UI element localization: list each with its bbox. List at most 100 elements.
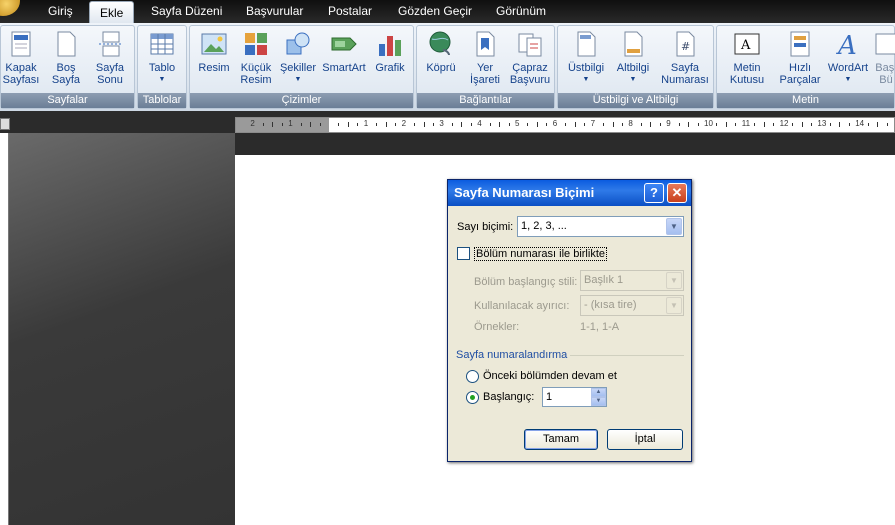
ustbilgi-dropdown-arrow: ▼ [582,76,590,83]
tab-giris[interactable]: Giriş [38,0,83,23]
close-button[interactable]: ✕ [667,183,687,203]
ruler-number: 12 [779,119,789,128]
group-metin: A Metin Kutusu Hızlı Parçalar A WordArt ▼ B… [716,25,895,109]
tab-gorunum[interactable]: Görünüm [486,0,556,23]
ruler-number: 2 [401,119,407,128]
ruler-tick [603,123,605,126]
chevron-down-icon[interactable]: ▼ [666,272,682,289]
group-label-baglantilar: Bağlantılar [417,93,554,108]
tab-postalar[interactable]: Postalar [318,0,382,23]
ruler-tick [725,122,727,127]
capraz-basvuru-button[interactable]: Çapraz Başvuru [507,30,553,86]
group-baglantilar: Köprü Yer İşareti Çapraz Başvuru Bağlantıl… [416,25,555,109]
ruler-tick [395,123,397,126]
wordart-button[interactable]: A WordArt ▼ [825,30,871,86]
include-chapter-checkbox[interactable] [457,247,470,260]
chapter-style-select[interactable]: Başlık 1 ▼ [580,270,684,291]
number-format-select[interactable]: 1, 2, 3, ... ▼ [517,216,684,237]
cancel-button[interactable]: İptal [607,429,683,450]
svg-text:A: A [836,31,857,58]
ruler-tick [310,122,312,127]
kucuk-resim-button[interactable]: Küçük Resim [236,30,276,86]
ruler-number: 8 [628,119,633,128]
metin-kutusu-button[interactable]: A Metin Kutusu [721,30,773,86]
tab-sayfa-duzeni[interactable]: Sayfa Düzeni [141,0,232,23]
ruler-number: 13 [817,119,827,128]
start-at-label[interactable]: Başlangıç: [483,391,534,403]
resim-button[interactable]: Resim [194,30,234,74]
svg-text:#: # [681,40,690,53]
svg-text:A: A [740,38,751,53]
ustbilgi-button[interactable]: Üstbilgi ▼ [562,30,610,86]
ok-button[interactable]: Tamam [524,429,598,450]
separator-label: Kullanılacak ayırıcı: [474,300,570,312]
group-label-metin: Metin [717,93,894,108]
blank-page-icon [52,30,80,58]
ruler-number: 4 [477,119,482,128]
group-label-sayfalar: Sayfalar [1,93,134,108]
ruler-tab-selector[interactable] [0,118,10,130]
ruler-number: 1 [288,119,293,128]
smartart-button[interactable]: SmartArt [320,30,368,74]
ruler-tick [697,123,699,126]
start-at-radio[interactable] [466,391,479,404]
bos-sayfa-button[interactable]: Boş Sayfa [45,30,87,86]
ruler-tick [376,123,378,126]
ruler-tick [792,123,794,126]
tablo-button[interactable]: Tablo ▼ [141,30,183,86]
shapes-icon [284,30,312,58]
ruler-tick [281,123,283,126]
tab-ekle[interactable]: Ekle [89,1,135,24]
chevron-down-icon[interactable]: ▼ [666,218,682,235]
ruler-number: 14 [855,119,865,128]
group-tablolar: Tablo ▼ Tablolar [137,25,187,109]
ruler-tick [678,123,680,126]
vertical-ruler[interactable] [0,133,9,525]
altbilgi-button[interactable]: Altbilgi ▼ [610,30,656,86]
spin-down-icon[interactable]: ▼ [591,397,606,406]
ruler-tick [262,123,264,126]
start-at-spinner[interactable]: 1 ▲ ▼ [542,387,607,407]
header-icon [572,30,600,58]
ruler-tick [801,122,803,127]
ruler-tick [451,123,453,126]
ruler-number: 2 [250,119,255,128]
ruler-tick [546,123,548,126]
continue-previous-label[interactable]: Önceki bölümden devam et [483,370,617,382]
tab-basvurular[interactable]: Başvurular [236,0,313,23]
table-icon [148,30,176,58]
section-divider [570,355,684,356]
ruler-tick [640,123,642,126]
kopru-button[interactable]: Köprü [421,30,461,74]
ruler-ticks: 2 1 1 2 3 4 5 6 7 8 9 10 11 12 13 14 [236,118,894,132]
ruler-tick [839,122,841,127]
kapak-sayfasi-button[interactable]: Kapak Sayfası [1,30,41,86]
horizontal-ruler[interactable]: 2 1 1 2 3 4 5 6 7 8 9 10 11 12 13 14 [235,117,895,133]
include-chapter-label[interactable]: Bölüm numarası ile birlikte [474,247,607,261]
ruler-tick [877,122,879,127]
ruler-tick [688,122,690,127]
ruler-tick [432,123,434,126]
chevron-down-icon[interactable]: ▼ [666,297,682,314]
sekiller-button[interactable]: Şekiller ▼ [278,30,318,86]
baslik-buyuk-harf-button[interactable]: Başl Bü [871,30,895,86]
sayfa-numarasi-button[interactable]: # Sayfa Numarası [658,30,712,86]
tab-gozden-gecir[interactable]: Gözden Geçir [388,0,482,23]
ruler-tick [414,123,416,126]
yer-isareti-button[interactable]: Yer İşareti [465,30,505,86]
grafik-button[interactable]: Grafik [370,30,410,74]
continue-previous-radio[interactable] [466,370,479,383]
spin-up-icon[interactable]: ▲ [591,388,606,397]
ruler-tick [612,122,614,127]
examples-label: Örnekler: [474,321,520,333]
altbilgi-dropdown-arrow: ▼ [629,76,637,83]
sayfa-sonu-button[interactable]: Sayfa Sonu [89,30,131,86]
hizli-parcalar-button[interactable]: Hızlı Parçalar [775,30,825,86]
ruler-tick [810,123,812,126]
help-button[interactable]: ? [644,183,664,203]
ruler-tick [527,123,529,126]
separator-select[interactable]: - (kısa tire) ▼ [580,295,684,316]
office-button[interactable] [0,0,20,16]
picture-icon [200,30,228,58]
page-break-icon [96,30,124,58]
